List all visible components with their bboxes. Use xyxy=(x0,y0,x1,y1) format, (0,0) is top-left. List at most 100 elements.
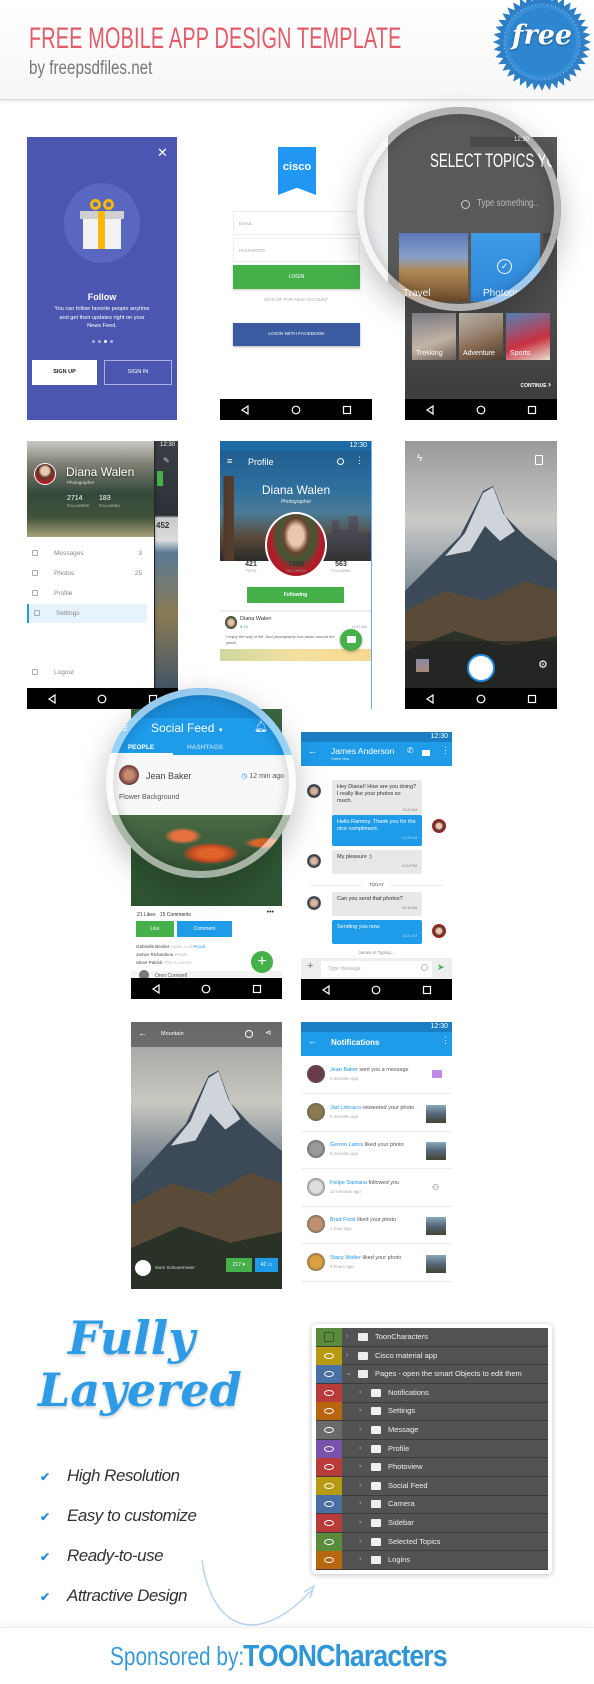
photo-thumbnail[interactable] xyxy=(426,1104,446,1123)
notification-item[interactable]: Gerren Lamis liked your photo 9 minutes a… xyxy=(301,1131,452,1169)
home-nav-icon[interactable] xyxy=(371,985,381,995)
avatar[interactable] xyxy=(307,1102,325,1121)
layer-row[interactable]: › Photoview xyxy=(316,1458,548,1477)
chevron-right-icon[interactable]: › xyxy=(346,1347,348,1365)
layer-row[interactable]: ⌄ Pages - open the smart Objects to edit … xyxy=(316,1365,548,1384)
continue-button[interactable]: CONTINUE › xyxy=(520,379,551,389)
recents-nav-icon[interactable] xyxy=(527,694,537,704)
chevron-right-icon[interactable]: › xyxy=(359,1458,361,1476)
emoji-icon[interactable] xyxy=(421,964,428,971)
video-icon[interactable] xyxy=(422,750,430,756)
logout-menu-item[interactable]: Logout xyxy=(27,663,147,682)
message-input[interactable]: Type message xyxy=(321,961,432,977)
comment-author[interactable]: Gabriella Becker xyxy=(136,944,169,949)
layer-row[interactable]: › Sidebar xyxy=(316,1514,548,1533)
notification-item[interactable]: Jean Baker sent you a message 5 minutes a… xyxy=(301,1056,452,1094)
eye-icon[interactable] xyxy=(316,1421,342,1439)
chevron-right-icon[interactable]: › xyxy=(359,1421,361,1439)
photo-thumbnail[interactable] xyxy=(426,1217,446,1235)
back-nav-icon[interactable] xyxy=(151,983,161,994)
layer-row[interactable]: › Selected Topics xyxy=(316,1532,548,1552)
sidebar-item-messages[interactable]: Messages 3 xyxy=(27,544,147,563)
menu-icon[interactable]: ≡ xyxy=(227,456,232,466)
back-arrow-icon[interactable]: ← xyxy=(308,1036,317,1046)
comment-button[interactable]: Comment xyxy=(177,921,232,937)
page-indicator[interactable] xyxy=(27,340,177,343)
layer-row[interactable]: › Notifications xyxy=(316,1383,548,1403)
chevron-down-icon[interactable]: ⌄ xyxy=(346,1365,352,1383)
home-nav-icon[interactable] xyxy=(291,405,301,415)
sign-up-button[interactable]: SIGN UP xyxy=(32,360,97,385)
attach-plus-icon[interactable]: + xyxy=(307,960,313,972)
back-nav-icon[interactable] xyxy=(425,693,435,704)
page-dot[interactable] xyxy=(103,340,107,343)
chevron-right-icon[interactable]: › xyxy=(359,1533,361,1551)
chevron-right-icon[interactable]: › xyxy=(359,1402,361,1420)
notification-user[interactable]: Brad Frost xyxy=(330,1217,356,1223)
notification-user[interactable]: Jean Baker xyxy=(330,1067,358,1073)
back-nav-icon[interactable] xyxy=(47,693,57,704)
notification-item[interactable]: Felipe Santana followed you 12 minutes ag… xyxy=(301,1169,452,1207)
eye-icon[interactable] xyxy=(316,1402,342,1421)
password-field[interactable]: PASSWORD xyxy=(233,238,360,262)
camera-switch-icon[interactable] xyxy=(535,455,543,465)
chevron-right-icon[interactable]: › xyxy=(359,1477,361,1495)
avatar[interactable] xyxy=(307,1177,325,1196)
more-icon[interactable]: ••• xyxy=(267,909,274,916)
back-nav-icon[interactable] xyxy=(240,404,250,415)
eye-icon[interactable] xyxy=(316,1346,342,1365)
more-icon[interactable]: ⋮ xyxy=(441,1035,450,1046)
sidebar-item-settings[interactable]: Settings xyxy=(27,604,147,623)
facebook-login-button[interactable]: LOGIN WITH FACEBOOK xyxy=(233,323,360,346)
eye-icon[interactable] xyxy=(316,1365,342,1384)
eye-icon[interactable] xyxy=(316,1476,342,1495)
recents-nav-icon[interactable] xyxy=(527,405,537,415)
notification-item[interactable]: Stacy Walter liked your photo 3 hours ago xyxy=(301,1244,452,1282)
contact-avatar[interactable] xyxy=(307,896,321,910)
contact-avatar[interactable] xyxy=(307,784,321,798)
sidebar-item-profile[interactable]: Profile xyxy=(27,584,147,603)
home-nav-icon[interactable] xyxy=(97,694,107,704)
layer-row[interactable]: › Camera xyxy=(316,1495,548,1515)
page-dot[interactable] xyxy=(91,340,95,343)
more-icon[interactable]: ⋮ xyxy=(355,455,364,466)
chevron-right-icon[interactable]: › xyxy=(359,1495,361,1513)
back-nav-icon[interactable] xyxy=(425,404,435,415)
layer-row[interactable]: › Settings xyxy=(316,1402,548,1422)
share-icon[interactable]: ⋖ xyxy=(265,1028,272,1037)
avatar[interactable] xyxy=(307,1140,325,1158)
add-post-fab[interactable]: + xyxy=(251,951,273,973)
author-avatar[interactable] xyxy=(135,1260,151,1276)
eye-icon[interactable] xyxy=(316,1383,342,1402)
visibility-off-icon[interactable] xyxy=(316,1328,342,1346)
eye-icon[interactable] xyxy=(316,1532,342,1551)
message-icon[interactable] xyxy=(432,1070,442,1078)
avatar[interactable] xyxy=(307,1215,325,1233)
flash-icon[interactable]: ϟ xyxy=(417,453,422,464)
back-arrow-icon[interactable]: ← xyxy=(138,1028,147,1038)
layer-row[interactable]: › Logins xyxy=(316,1551,548,1570)
topic-tile-adventure[interactable]: Adventure xyxy=(459,313,503,360)
notification-item[interactable]: Brad Frost liked your photo 1 hour ago xyxy=(301,1206,452,1244)
my-avatar[interactable] xyxy=(432,924,446,938)
layer-row[interactable]: › ToonCharacters xyxy=(316,1328,548,1347)
chevron-right-icon[interactable]: › xyxy=(359,1440,361,1458)
photo-thumbnail[interactable] xyxy=(426,1254,446,1273)
back-nav-icon[interactable] xyxy=(321,984,331,995)
notification-item[interactable]: Jad Limcaco retweeted your photo 6 minute… xyxy=(301,1094,452,1132)
photo-thumbnail[interactable] xyxy=(426,1142,446,1160)
layer-row[interactable]: › Cisco material app xyxy=(316,1346,548,1366)
back-arrow-icon[interactable]: ← xyxy=(308,746,317,756)
avatar[interactable] xyxy=(307,1065,325,1083)
send-icon[interactable]: ➤ xyxy=(437,962,445,973)
edit-icon[interactable]: ✎ xyxy=(163,456,170,465)
sidebar-item-photos[interactable]: Photos 25 xyxy=(27,564,147,583)
layer-row[interactable]: › Social Feed xyxy=(316,1476,548,1496)
chevron-right-icon[interactable]: › xyxy=(359,1384,361,1402)
chat-fab[interactable] xyxy=(340,629,362,651)
info-icon[interactable] xyxy=(245,1030,253,1038)
avatar[interactable] xyxy=(307,1252,325,1271)
like-button[interactable]: Like xyxy=(136,921,174,937)
recents-nav-icon[interactable] xyxy=(422,985,432,995)
notification-user[interactable]: Jad Limcaco xyxy=(330,1105,361,1111)
